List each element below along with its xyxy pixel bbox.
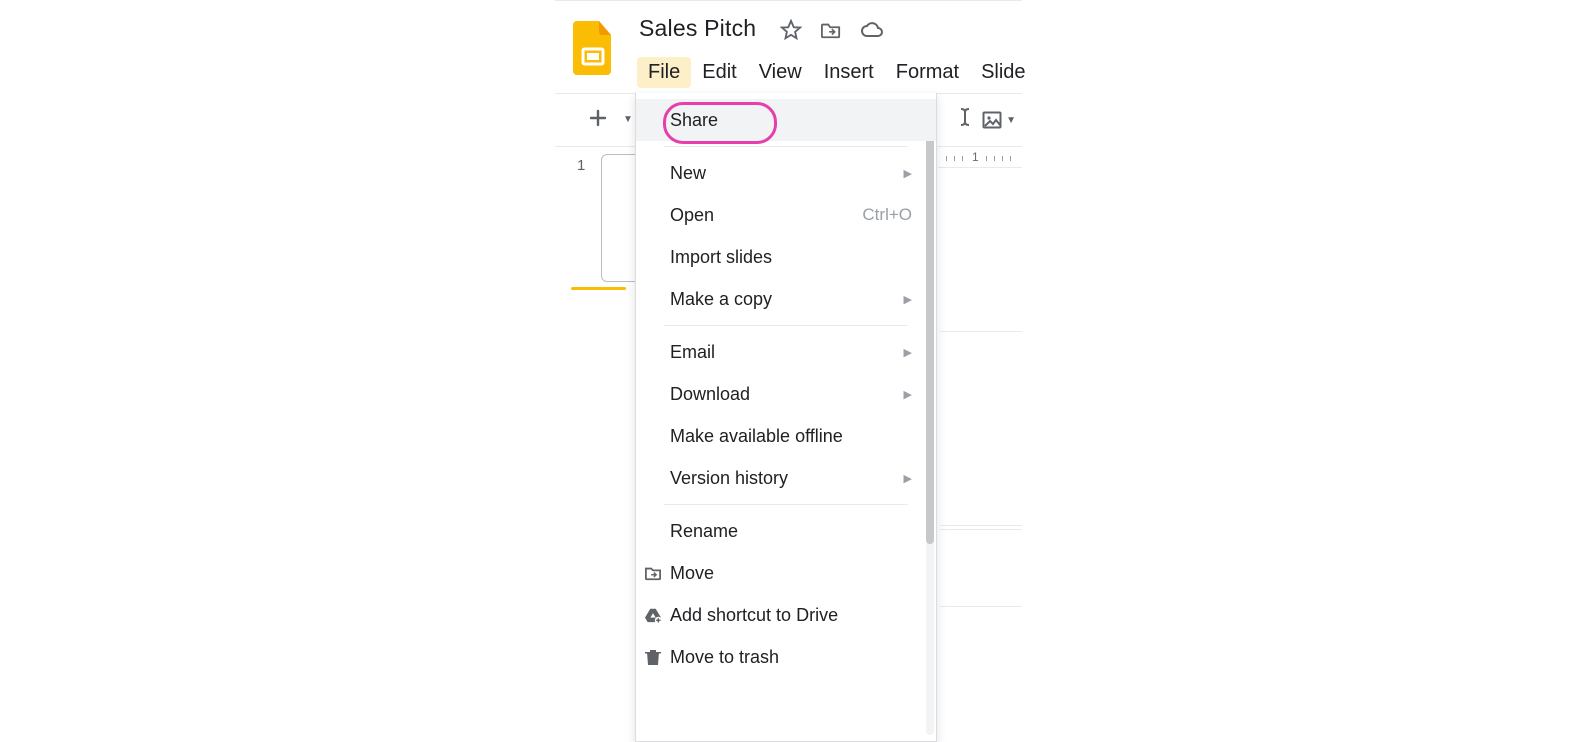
menu-label: Download — [670, 384, 750, 405]
divider — [664, 146, 908, 147]
divider — [664, 504, 908, 505]
menu-label: Move — [670, 563, 714, 584]
file-menu-rename[interactable]: Rename — [636, 510, 936, 552]
menu-label: Share — [670, 110, 718, 131]
new-slide-button[interactable] — [583, 105, 613, 136]
document-title[interactable]: Sales Pitch — [639, 15, 756, 42]
ruler: 1 — [938, 149, 1022, 168]
file-menu-move[interactable]: Move — [636, 552, 936, 594]
menu-label: Version history — [670, 468, 788, 489]
slide-number: 1 — [577, 157, 585, 174]
submenu-caret-icon: ▶ — [904, 346, 912, 359]
menu-label: Open — [670, 205, 714, 226]
title-area: Sales Pitch File Edit View Insert Format… — [555, 1, 1022, 91]
file-menu-new[interactable]: New ▶ — [636, 152, 936, 194]
folder-move-icon — [642, 565, 664, 581]
menu-file[interactable]: File — [637, 57, 691, 88]
file-menu-version-history[interactable]: Version history ▶ — [636, 457, 936, 499]
menu-label: New — [670, 163, 706, 184]
insert-image-button[interactable]: ▼ — [982, 111, 1016, 129]
file-menu-open[interactable]: Open Ctrl+O — [636, 194, 936, 236]
file-menu-import-slides[interactable]: Import slides — [636, 236, 936, 278]
menu-label: Import slides — [670, 247, 772, 268]
file-menu-make-available-offline[interactable]: Make available offline — [636, 415, 936, 457]
shortcut-label: Ctrl+O — [862, 205, 912, 225]
cloud-saved-icon[interactable] — [860, 20, 884, 40]
menu-insert[interactable]: Insert — [813, 57, 885, 88]
text-cursor-icon[interactable] — [956, 106, 974, 133]
move-to-folder-icon[interactable] — [820, 20, 842, 40]
menu-format[interactable]: Format — [885, 57, 970, 88]
menu-view[interactable]: View — [748, 57, 813, 88]
file-menu-add-shortcut[interactable]: Add shortcut to Drive — [636, 594, 936, 636]
submenu-caret-icon: ▶ — [904, 293, 912, 306]
menu-slide[interactable]: Slide — [970, 57, 1036, 88]
menu-bar: File Edit View Insert Format Slide — [637, 57, 1037, 88]
menu-label: Add shortcut to Drive — [670, 605, 838, 626]
slides-app-icon — [573, 21, 615, 75]
app-window: Sales Pitch File Edit View Insert Format… — [555, 0, 1022, 742]
divider — [664, 325, 908, 326]
menu-label: Make a copy — [670, 289, 772, 310]
submenu-caret-icon: ▶ — [904, 167, 912, 180]
file-menu-email[interactable]: Email ▶ — [636, 331, 936, 373]
file-menu-dropdown: Share New ▶ Open Ctrl+O Import slides Ma… — [635, 93, 937, 742]
slide-selection-indicator — [571, 287, 626, 290]
drive-shortcut-icon — [642, 607, 664, 623]
submenu-caret-icon: ▶ — [904, 388, 912, 401]
slide-thumbnail[interactable] — [601, 154, 637, 282]
trash-icon — [642, 648, 664, 666]
menu-label: Move to trash — [670, 647, 779, 668]
menu-label: Rename — [670, 521, 738, 542]
menu-edit[interactable]: Edit — [691, 57, 747, 88]
menu-label: Make available offline — [670, 426, 843, 447]
chevron-down-icon: ▼ — [1006, 113, 1016, 126]
file-menu-download[interactable]: Download ▶ — [636, 373, 936, 415]
file-menu-move-to-trash[interactable]: Move to trash — [636, 636, 936, 678]
menu-label: Email — [670, 342, 715, 363]
file-menu-make-a-copy[interactable]: Make a copy ▶ — [636, 278, 936, 320]
file-menu-share[interactable]: Share — [636, 99, 936, 141]
star-icon[interactable] — [780, 19, 802, 41]
submenu-caret-icon: ▶ — [904, 472, 912, 485]
